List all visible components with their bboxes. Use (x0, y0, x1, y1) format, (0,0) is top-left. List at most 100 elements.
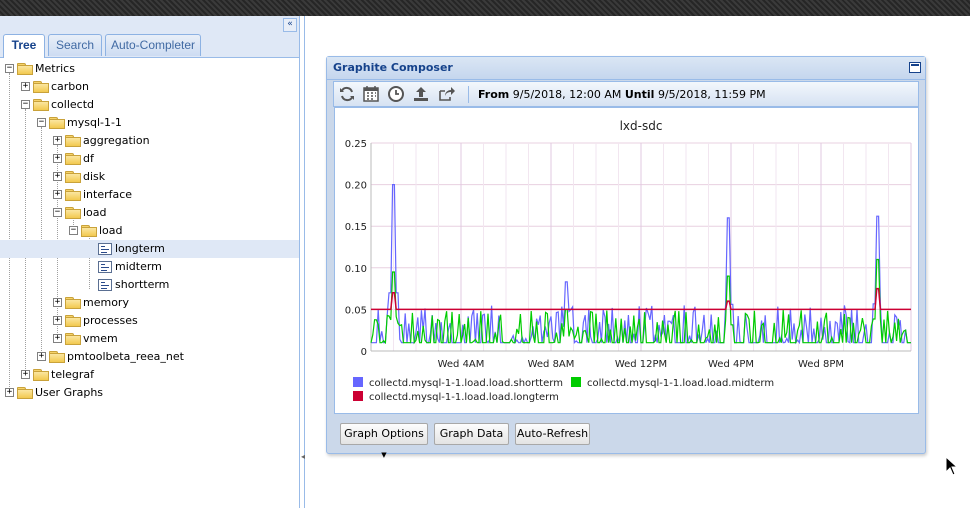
tree-node-load-inner[interactable]: − load (0, 222, 299, 240)
graphite-composer-window: Graphite Composer From 9/5/2018, 12:00 A… (326, 56, 926, 459)
tree-node-label: Metrics (35, 62, 75, 75)
tree-leaf-longterm[interactable]: longterm (0, 240, 299, 258)
expand-icon[interactable]: + (53, 190, 62, 199)
folder-icon (49, 351, 65, 363)
tree-node-memory[interactable]: + memory (0, 294, 299, 312)
folder-icon (33, 81, 49, 93)
folder-icon (65, 333, 81, 345)
y-tick-label: 0.15 (345, 222, 367, 233)
tree-node-label: collectd (51, 98, 95, 111)
navigation-panel: « Tree Search Auto-Completer − Metrics +… (0, 16, 300, 508)
tree-node-carbon[interactable]: + carbon (0, 78, 299, 96)
expand-icon[interactable]: + (21, 82, 30, 91)
tab-auto-completer[interactable]: Auto-Completer (105, 34, 201, 56)
time-range[interactable]: From 9/5/2018, 12:00 AM Until 9/5/2018, … (478, 88, 766, 101)
tree-node-load[interactable]: − load (0, 204, 299, 222)
metric-leaf-icon (98, 261, 112, 273)
legend-swatch (353, 391, 363, 401)
expand-icon[interactable]: + (21, 370, 30, 379)
tree-node-mysql[interactable]: − mysql-1-1 (0, 114, 299, 132)
expand-icon[interactable]: + (53, 154, 62, 163)
collapse-icon[interactable]: − (21, 100, 30, 109)
tree-node-user-graphs[interactable]: + User Graphs (0, 384, 299, 402)
expand-icon[interactable]: + (37, 352, 46, 361)
legend-swatch (353, 377, 363, 387)
tree-node-label: telegraf (51, 368, 95, 381)
tree-node-collectd[interactable]: − collectd (0, 96, 299, 114)
tree-node-label: processes (83, 314, 138, 327)
graph-options-button[interactable]: Graph Options ▼ (340, 423, 428, 459)
auto-refresh-button[interactable]: Auto-Refresh (515, 423, 590, 445)
collapse-icon[interactable]: − (5, 64, 14, 73)
tree-node-label: df (83, 152, 94, 165)
chart-title: lxd-sdc (620, 119, 663, 133)
tree-node-df[interactable]: + df (0, 150, 299, 168)
y-tick-label: 0.20 (345, 181, 367, 192)
calendar-icon[interactable] (362, 85, 380, 103)
y-tick-label: 0 (361, 347, 367, 358)
tree-node-label: pmtoolbeta_reea_net (67, 350, 184, 363)
splitter-arrow-icon[interactable]: ◂ (301, 452, 305, 461)
tree-node-label: vmem (83, 332, 118, 345)
collapse-icon[interactable]: − (53, 208, 62, 217)
tree-leaf-midterm[interactable]: midterm (0, 258, 299, 276)
share-icon[interactable] (437, 85, 455, 103)
collapse-icon[interactable]: − (69, 226, 78, 235)
tree-node-label: aggregation (83, 134, 150, 147)
tree-node-interface[interactable]: + interface (0, 186, 299, 204)
tab-search[interactable]: Search (48, 34, 102, 56)
panel-splitter[interactable] (300, 16, 305, 508)
tree-node-label: interface (83, 188, 133, 201)
collapse-icon[interactable]: − (37, 118, 46, 127)
mouse-cursor-icon (945, 456, 959, 476)
upload-icon[interactable] (412, 85, 430, 103)
tab-tree[interactable]: Tree (3, 34, 45, 58)
expand-icon[interactable]: + (53, 298, 62, 307)
y-tick-label: 0.05 (345, 305, 367, 316)
legend-entry: collectd.mysql-1-1.load.load.longterm (369, 392, 559, 403)
tree-node-pmtoolbeta[interactable]: + pmtoolbeta_reea_net (0, 348, 299, 366)
browser-top-strip (0, 0, 970, 16)
tree-node-label: shortterm (115, 278, 170, 291)
tree-node-label: midterm (115, 260, 162, 273)
window-titlebar[interactable]: Graphite Composer (327, 57, 925, 80)
graph-image: lxd-sdc 0.25 0.20 0.15 0.10 0.05 0 Wed 4AM Wed 8… (334, 107, 919, 414)
folder-open-icon (33, 99, 49, 111)
folder-open-icon (49, 117, 65, 129)
tree-node-label: disk (83, 170, 106, 183)
composer-toolbar: From 9/5/2018, 12:00 AM Until 9/5/2018, … (333, 81, 919, 107)
tree-node-telegraf[interactable]: + telegraf (0, 366, 299, 384)
metric-leaf-icon (98, 279, 112, 291)
tree-node-label: load (99, 224, 123, 237)
expand-icon[interactable]: + (53, 334, 62, 343)
y-tick-label: 0.10 (345, 264, 367, 275)
load-chart: lxd-sdc 0.25 0.20 0.15 0.10 0.05 0 Wed 4AM Wed 8… (345, 119, 912, 403)
collapse-panel-icon[interactable]: « (283, 18, 297, 32)
tree-node-label: longterm (115, 242, 165, 255)
x-tick-label: Wed 4AM (438, 359, 485, 370)
tree-node-vmem[interactable]: + vmem (0, 330, 299, 348)
maximize-icon[interactable] (909, 62, 921, 73)
folder-open-icon (17, 63, 33, 75)
panel-header: « (0, 16, 299, 33)
expand-icon[interactable]: + (53, 136, 62, 145)
tree-node-disk[interactable]: + disk (0, 168, 299, 186)
folder-icon (65, 171, 81, 183)
tree-node-metrics[interactable]: − Metrics (0, 60, 299, 78)
expand-icon[interactable]: + (5, 388, 14, 397)
refresh-icon[interactable] (338, 85, 356, 103)
legend-entry: collectd.mysql-1-1.load.load.shortterm (369, 378, 563, 389)
tree-node-aggregation[interactable]: + aggregation (0, 132, 299, 150)
tree-node-label: carbon (51, 80, 89, 93)
clock-icon[interactable] (387, 85, 405, 103)
panel-tabs: Tree Search Auto-Completer (0, 33, 299, 58)
x-tick-label: Wed 4PM (708, 359, 754, 370)
folder-icon (65, 189, 81, 201)
tree-leaf-shortterm[interactable]: shortterm (0, 276, 299, 294)
legend-entry: collectd.mysql-1-1.load.load.midterm (587, 378, 774, 389)
tree-node-processes[interactable]: + processes (0, 312, 299, 330)
expand-icon[interactable]: + (53, 316, 62, 325)
graph-data-button[interactable]: Graph Data (434, 423, 509, 445)
x-tick-label: Wed 12PM (615, 359, 667, 370)
expand-icon[interactable]: + (53, 172, 62, 181)
